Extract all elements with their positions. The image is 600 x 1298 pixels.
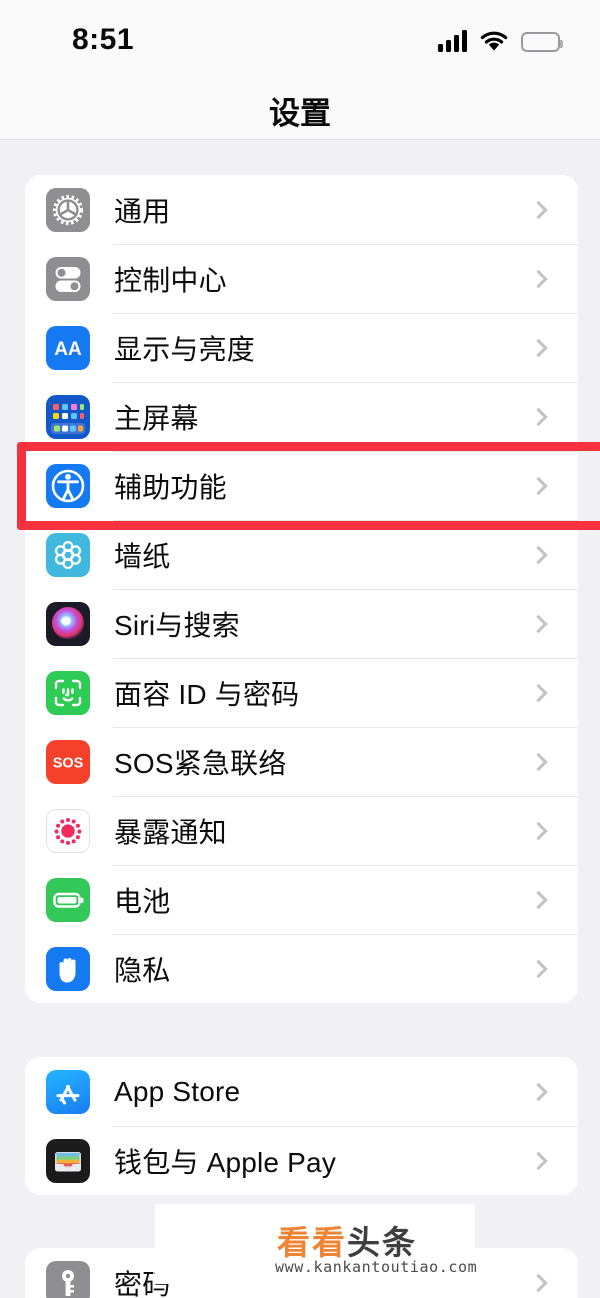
iphone-settings-screen: 8:51 设置 通用 控制中心 AA 显示与亮度 主屏幕 辅助功能 墙纸 Sir…	[0, 0, 600, 1298]
sos-icon: SOS	[46, 739, 90, 784]
settings-row-home-screen[interactable]: 主屏幕	[25, 382, 578, 451]
watermark: 看看头条 www.kankantoutiao.com	[155, 1204, 478, 1284]
wallet-icon	[46, 1138, 90, 1183]
chevron-right-icon	[529, 1082, 548, 1101]
chevron-right-icon	[529, 338, 548, 357]
settings-row-label: 钱包与 Apple Pay	[114, 1146, 337, 1178]
app-store-icon	[46, 1069, 90, 1114]
settings-row-wallpaper[interactable]: 墙纸	[25, 520, 578, 589]
password-key-icon	[46, 1260, 90, 1298]
chevron-right-icon	[529, 269, 548, 288]
settings-row-label: 显示与亮度	[114, 333, 256, 365]
watermark-brand-orange: 看看	[277, 1224, 347, 1261]
chevron-right-icon	[529, 1151, 548, 1170]
chevron-right-icon	[529, 683, 548, 702]
accessibility-icon	[46, 463, 90, 508]
settings-row-label: 控制中心	[114, 264, 227, 296]
status-bar-time: 8:51	[72, 23, 135, 56]
settings-row-privacy[interactable]: 隐私	[25, 934, 578, 1003]
cellular-signal-icon	[438, 30, 467, 52]
gear-icon	[46, 187, 90, 232]
control-center-icon	[46, 256, 90, 301]
settings-row-label: 面容 ID 与密码	[114, 678, 300, 710]
chevron-right-icon	[529, 959, 548, 978]
status-bar: 8:51	[0, 0, 600, 72]
settings-row-label: 辅助功能	[114, 471, 227, 503]
exposure-notification-icon	[46, 808, 90, 853]
battery-icon	[46, 877, 90, 922]
chevron-right-icon	[529, 545, 548, 564]
settings-row-emergency-sos[interactable]: SOS SOS紧急联络	[25, 727, 578, 796]
settings-row-accessibility[interactable]: 辅助功能	[25, 451, 578, 520]
settings-row-battery[interactable]: 电池	[25, 865, 578, 934]
watermark-brand: 看看头条	[277, 1216, 417, 1264]
settings-row-siri-search[interactable]: Siri与搜索	[25, 589, 578, 658]
settings-row-label: 隐私	[114, 954, 171, 986]
chevron-right-icon	[529, 821, 548, 840]
status-bar-icons	[438, 26, 563, 52]
settings-row-label: 主屏幕	[114, 402, 199, 434]
battery-full-icon	[521, 32, 563, 52]
siri-icon	[46, 601, 90, 646]
settings-row-label: 暴露通知	[114, 816, 227, 848]
wifi-icon	[480, 31, 508, 52]
chevron-right-icon	[529, 200, 548, 219]
chevron-right-icon	[529, 407, 548, 426]
settings-row-label: App Store	[114, 1075, 241, 1107]
wallpaper-icon	[46, 532, 90, 577]
settings-row-label: SOS紧急联络	[114, 747, 287, 779]
settings-row-label: 通用	[114, 195, 171, 227]
display-brightness-icon: AA	[46, 325, 90, 370]
settings-row-exposure-notifications[interactable]: 暴露通知	[25, 796, 578, 865]
page-title: 设置	[269, 96, 331, 131]
watermark-brand-dark: 头条	[347, 1224, 417, 1261]
privacy-hand-icon	[46, 946, 90, 991]
settings-row-label: 电池	[114, 885, 171, 917]
svg-text:SOS: SOS	[53, 755, 84, 771]
settings-row-control-center[interactable]: 控制中心	[25, 244, 578, 313]
settings-row-wallet-apple-pay[interactable]: 钱包与 Apple Pay	[25, 1126, 578, 1195]
settings-row-app-store[interactable]: App Store	[25, 1057, 578, 1126]
settings-group-store: App Store 钱包与 Apple Pay	[25, 1057, 578, 1195]
settings-row-label: 墙纸	[114, 540, 171, 572]
navigation-bar: 设置	[0, 72, 600, 140]
settings-row-face-id-passcode[interactable]: 面容 ID 与密码	[25, 658, 578, 727]
face-id-icon	[46, 670, 90, 715]
chevron-right-icon	[529, 752, 548, 771]
settings-list[interactable]: 通用 控制中心 AA 显示与亮度 主屏幕 辅助功能 墙纸 Siri与搜索 面容 …	[0, 141, 600, 1298]
chevron-right-icon	[529, 890, 548, 909]
svg-text:AA: AA	[54, 339, 82, 360]
settings-row-display-brightness[interactable]: AA 显示与亮度	[25, 313, 578, 382]
chevron-right-icon	[529, 476, 548, 495]
watermark-url: www.kankantoutiao.com	[275, 1258, 478, 1276]
chevron-right-icon	[529, 1273, 548, 1292]
chevron-right-icon	[529, 614, 548, 633]
settings-group-system: 通用 控制中心 AA 显示与亮度 主屏幕 辅助功能 墙纸 Siri与搜索 面容 …	[25, 175, 578, 1003]
settings-row-label: Siri与搜索	[114, 609, 240, 641]
home-screen-icon	[46, 394, 90, 439]
settings-row-general[interactable]: 通用	[25, 175, 578, 244]
